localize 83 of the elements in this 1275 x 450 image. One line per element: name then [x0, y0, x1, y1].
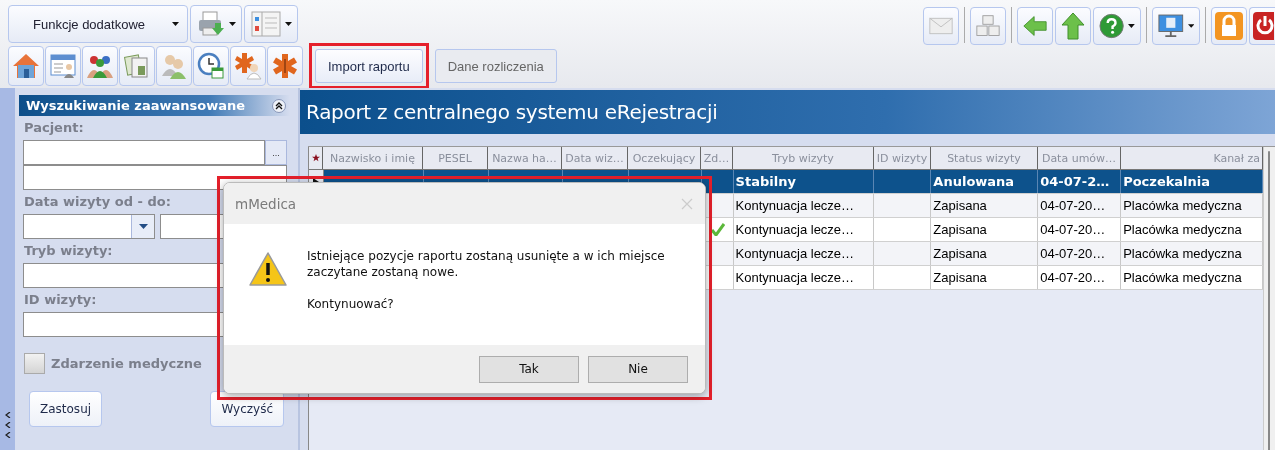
table-cell: 04-07-2…	[1040, 174, 1110, 189]
caret-icon	[284, 22, 292, 26]
menu-dropdown[interactable]: Funkcje dodatkowe	[8, 5, 188, 43]
medical-star-icon	[271, 52, 299, 80]
back-button[interactable]	[1017, 7, 1053, 45]
keys-icon	[976, 13, 1000, 39]
toolbar-button[interactable]	[267, 46, 303, 86]
dialog-button[interactable]: Tak	[479, 355, 579, 383]
action-button[interactable]: Zastosuj	[29, 391, 103, 427]
left-arrow-icon	[1023, 14, 1047, 38]
toolbar-button[interactable]	[119, 46, 155, 86]
scrollbar[interactable]	[1263, 147, 1275, 450]
field-label: Pacjent:	[24, 120, 84, 135]
field-label: Tryb wizyty:	[24, 243, 113, 258]
star-icon	[311, 154, 320, 162]
check-icon	[711, 223, 726, 236]
report-title: Raport z centralnego systemu eRejestracji	[306, 100, 718, 124]
caret-icon	[1187, 24, 1194, 28]
up-arrow-icon	[1061, 12, 1085, 40]
table-cell: Kontynuacja lecze…	[735, 198, 855, 213]
printer-icon	[196, 11, 225, 37]
toolbar-button[interactable]	[45, 46, 81, 86]
print-button[interactable]	[190, 5, 242, 43]
tab[interactable]: Dane rozliczenia	[434, 49, 557, 83]
dropdown-button[interactable]	[131, 215, 154, 238]
house-icon	[12, 52, 40, 80]
field-label: ID wizyty:	[24, 292, 97, 307]
table-cell: 04-07-20…	[1040, 222, 1106, 237]
form-icon	[49, 52, 77, 80]
help-button[interactable]	[1093, 7, 1141, 45]
layout-icon	[250, 11, 281, 37]
checkbox[interactable]	[24, 353, 45, 374]
dialog-question: Kontynuować?	[307, 296, 395, 312]
layout-button[interactable]	[244, 5, 298, 43]
table-cell: Stabilny	[735, 174, 796, 189]
lock-button[interactable]	[1211, 7, 1247, 45]
monitor-icon	[1158, 13, 1184, 39]
power-icon	[1252, 11, 1274, 41]
dialog-button[interactable]: Nie	[588, 355, 688, 383]
envelope-icon	[929, 16, 953, 36]
table-cell: Zapisana	[933, 198, 987, 213]
checkbox-label: Zdarzenie medyczne	[51, 356, 202, 371]
toolbar-button[interactable]	[193, 46, 229, 86]
table-cell: 04-07-20…	[1040, 198, 1106, 213]
table-cell: Placówka medyczna	[1123, 270, 1242, 285]
table-cell: 04-07-20…	[1040, 246, 1106, 261]
toolbar-button[interactable]	[230, 46, 266, 86]
tab[interactable]: Import raportu	[315, 49, 423, 83]
panel-title: Wyszukiwanie zaawansowane	[26, 98, 245, 113]
documents-icon	[123, 52, 151, 80]
table-cell: Placówka medyczna	[1123, 246, 1242, 261]
table-cell: Zapisana	[933, 246, 987, 261]
table-cell: Poczekalnia	[1123, 174, 1211, 189]
power-button[interactable]	[1249, 7, 1275, 45]
lock-icon	[1214, 11, 1244, 41]
table-cell: Zapisana	[933, 270, 987, 285]
help-icon	[1099, 13, 1125, 39]
table-cell: Placówka medyczna	[1123, 222, 1242, 237]
caret-icon	[172, 22, 179, 26]
table-cell: Kontynuacja lecze…	[735, 246, 855, 261]
monitor-button[interactable]	[1152, 7, 1200, 45]
toolbar-button[interactable]	[8, 46, 44, 86]
table-cell: 04-07-20…	[1040, 270, 1106, 285]
table-cell: Kontynuacja lecze…	[735, 270, 855, 285]
toolbar-button[interactable]	[82, 46, 118, 86]
table-cell: Kontynuacja lecze…	[735, 222, 855, 237]
clock-calendar-icon	[197, 52, 225, 80]
caret-icon	[1128, 24, 1135, 28]
table-cell: Anulowana	[933, 174, 1015, 189]
caret-icon	[228, 22, 236, 26]
dialog-title: mMedica	[235, 195, 297, 212]
medical-staff-icon	[234, 52, 262, 80]
persons-icon	[160, 52, 188, 80]
field-label: Data wizyty od - do:	[24, 194, 171, 209]
date-field[interactable]	[23, 214, 155, 239]
caret-icon	[138, 224, 148, 229]
warning-icon	[249, 252, 287, 286]
table-cell: Zapisana	[933, 222, 987, 237]
table-cell: Placówka medyczna	[1123, 198, 1242, 213]
input-field[interactable]	[23, 140, 265, 165]
up-button[interactable]	[1055, 7, 1091, 45]
collapse-icon[interactable]	[272, 98, 286, 113]
browse-button[interactable]: ...	[265, 140, 287, 165]
